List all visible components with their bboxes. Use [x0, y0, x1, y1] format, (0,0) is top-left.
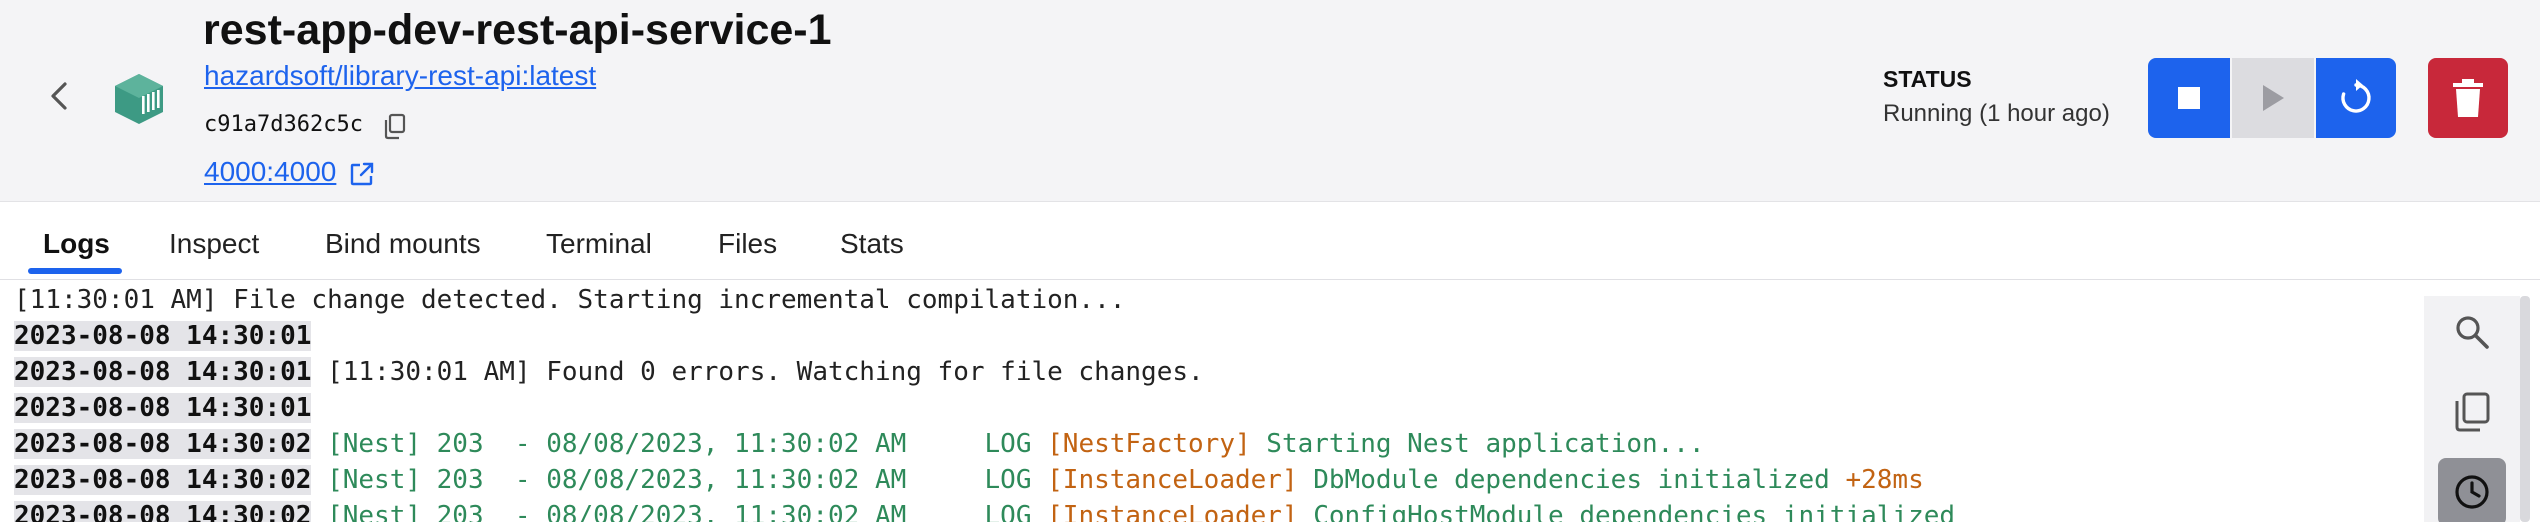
search-logs-button[interactable]: [2438, 298, 2506, 366]
log-line: 2023-08-08 14:30:02 [Nest] 203 - 08/08/2…: [14, 498, 1955, 522]
status-value: Running (1 hour ago): [1883, 100, 2110, 127]
clock-icon: [2455, 475, 2489, 509]
tab-inspect[interactable]: Inspect: [169, 228, 259, 260]
log-scrollbar[interactable]: [2520, 296, 2530, 522]
log-timestamp: 2023-08-08 14:30:02: [14, 465, 312, 495]
log-text: Starting Nest application...: [1266, 429, 1705, 459]
log-timestamp: 2023-08-08 14:30:01: [14, 393, 312, 423]
port-link[interactable]: 4000:4000: [204, 156, 336, 188]
active-tab-indicator: [28, 268, 122, 274]
container-icon: [115, 74, 163, 124]
timestamps-toggle-button[interactable]: [2438, 458, 2506, 522]
tab-files[interactable]: Files: [718, 228, 777, 260]
log-line: 2023-08-08 14:30:02 [Nest] 203 - 08/08/2…: [14, 426, 1705, 462]
log-text: [11:30:01 AM] File change detected. Star…: [14, 285, 1126, 315]
start-button[interactable]: [2232, 58, 2314, 138]
container-header: rest-app-dev-rest-api-service-1 hazardso…: [0, 0, 2540, 202]
log-text: ConfigHostModule dependencies initialize…: [1313, 501, 1956, 522]
trash-icon: [2453, 79, 2483, 117]
copy-logs-button[interactable]: [2438, 378, 2506, 446]
status-label: STATUS: [1883, 66, 1972, 92]
log-text: [Nest] 203 - 08/08/2023, 11:30:02 AM LOG: [311, 501, 1048, 522]
log-line: 2023-08-08 14:30:02 [Nest] 203 - 08/08/2…: [14, 462, 1924, 498]
copy-icon: [2455, 392, 2490, 432]
log-text: [Nest] 203 - 08/08/2023, 11:30:02 AM LOG: [311, 465, 1048, 495]
image-link[interactable]: hazardsoft/library-rest-api:latest: [204, 60, 596, 92]
delete-button[interactable]: [2428, 58, 2508, 138]
tab-bind-mounts[interactable]: Bind mounts: [325, 228, 481, 260]
restart-button[interactable]: [2316, 58, 2396, 138]
restart-icon: [2341, 79, 2371, 113]
log-text: [NestFactory]: [1047, 429, 1267, 459]
copy-icon[interactable]: [382, 112, 408, 140]
log-text: +28ms: [1845, 465, 1924, 495]
log-text: [11:30:01 AM] Found 0 errors. Watching f…: [311, 357, 1204, 387]
log-line: 2023-08-08 14:30:01: [14, 318, 312, 354]
container-id: c91a7d362c5c: [204, 112, 363, 137]
log-timestamp: 2023-08-08 14:30:02: [14, 429, 312, 459]
stop-icon: [2178, 87, 2200, 109]
log-timestamp: 2023-08-08 14:30:02: [14, 501, 312, 522]
log-line: 2023-08-08 14:30:01: [14, 390, 312, 426]
search-icon: [2456, 316, 2489, 349]
external-link-icon[interactable]: [348, 160, 376, 188]
tab-stats[interactable]: Stats: [840, 228, 904, 260]
log-timestamp: 2023-08-08 14:30:01: [14, 321, 312, 351]
log-text: DbModule dependencies initialized: [1313, 465, 1846, 495]
log-text: [InstanceLoader]: [1047, 501, 1314, 522]
tab-bar: Logs Inspect Bind mounts Terminal Files …: [0, 202, 2540, 280]
tab-logs[interactable]: Logs: [43, 228, 110, 260]
log-text: [Nest] 203 - 08/08/2023, 11:30:02 AM LOG: [311, 429, 1048, 459]
chevron-left-icon[interactable]: [42, 78, 78, 114]
log-text: [InstanceLoader]: [1047, 465, 1314, 495]
tab-terminal[interactable]: Terminal: [546, 228, 652, 260]
play-icon: [2263, 85, 2284, 111]
log-timestamp: 2023-08-08 14:30:01: [14, 357, 312, 387]
stop-button[interactable]: [2148, 58, 2230, 138]
log-output[interactable]: [11:30:01 AM] File change detected. Star…: [0, 282, 2420, 522]
log-line: [11:30:01 AM] File change detected. Star…: [14, 282, 1125, 318]
log-toolbar: [2424, 296, 2520, 522]
log-line: 2023-08-08 14:30:01 [11:30:01 AM] Found …: [14, 354, 1204, 390]
container-name: rest-app-dev-rest-api-service-1: [203, 6, 832, 54]
